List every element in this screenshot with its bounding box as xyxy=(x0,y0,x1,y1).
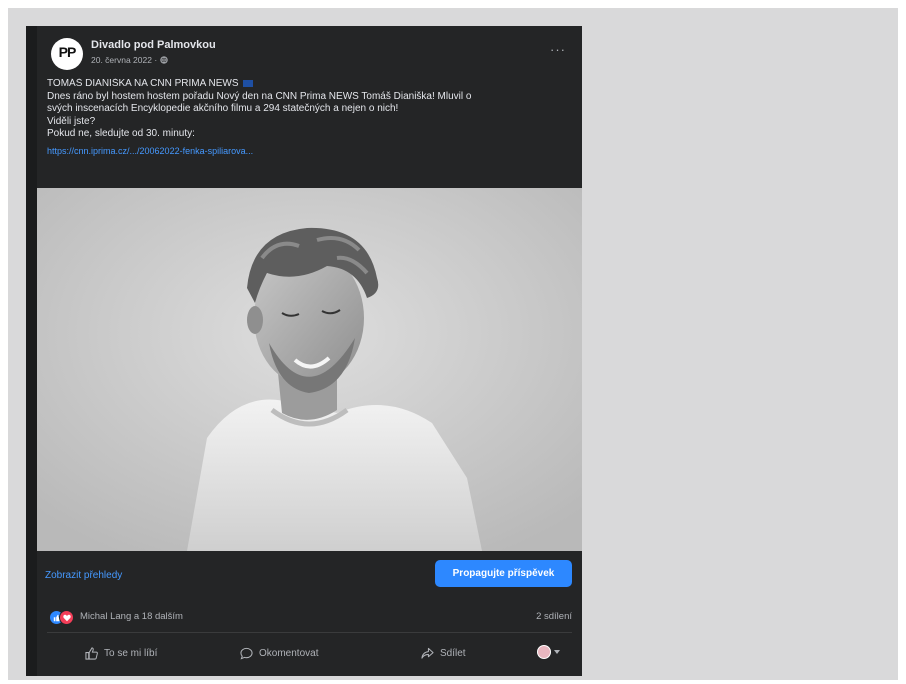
post-header: PP Divadlo pod Palmovkou 20. června 2022… xyxy=(51,38,572,72)
comment-icon xyxy=(240,647,253,659)
portrait-illustration xyxy=(37,188,582,551)
promote-post-button[interactable]: Propagujte příspěvek xyxy=(435,560,572,587)
post-photo[interactable] xyxy=(37,188,582,551)
post-text-line: svých inscenacích Encyklopedie akčního f… xyxy=(47,103,399,114)
actions-divider xyxy=(47,632,572,633)
reaction-names[interactable]: Michal Lang a 18 dalším xyxy=(80,611,183,622)
facebook-post: PP Divadlo pod Palmovkou 20. června 2022… xyxy=(26,26,582,676)
reaction-icons xyxy=(49,610,75,625)
post-headline: TOMÁŠ DIANIŠKA NA CNN PRIMA NEWS xyxy=(47,78,239,89)
love-icon xyxy=(59,610,74,625)
post-text: TOMÁŠ DIANIŠKA NA CNN PRIMA NEWS Dnes rá… xyxy=(47,78,577,157)
chevron-down-icon xyxy=(554,650,560,654)
comment-label: Okomentovat xyxy=(259,647,319,659)
audience-avatar-icon xyxy=(537,645,551,659)
post-text-line: Pokud ne, sledujte od 30. minuty: xyxy=(47,128,195,139)
share-button[interactable]: Sdílet xyxy=(421,636,466,670)
promo-bar: Zobrazit přehledy Propagujte příspěvek xyxy=(37,554,582,596)
comment-button[interactable]: Okomentovat xyxy=(240,636,318,670)
page-name-link[interactable]: Divadlo pod Palmovkou xyxy=(91,39,216,51)
page-avatar[interactable]: PP xyxy=(51,38,83,70)
article-link[interactable]: https://cnn.iprima.cz/.../20062022-fenka… xyxy=(47,145,577,158)
share-label: Sdílet xyxy=(440,647,466,659)
post-text-line: Dnes ráno byl hostem hostem pořadu Nový … xyxy=(47,90,472,102)
post-date[interactable]: 20. června 2022 · xyxy=(91,55,157,65)
like-label: To se mi líbí xyxy=(104,647,158,659)
post-as-selector[interactable] xyxy=(537,645,560,659)
post-meta: 20. června 2022 · xyxy=(91,55,168,65)
share-icon xyxy=(421,647,434,659)
post-actions: To se mi líbí Okomentovat Sdílet xyxy=(37,636,582,670)
avatar-initials: PP xyxy=(58,44,77,60)
like-button[interactable]: To se mi líbí xyxy=(85,636,157,670)
thumbs-up-icon xyxy=(85,646,98,660)
share-count[interactable]: 2 sdílení xyxy=(536,611,572,622)
post-text-line: TOMÁŠ DIANIŠKA NA CNN PRIMA NEWS xyxy=(47,78,577,91)
globe-icon xyxy=(160,56,168,64)
more-options-button[interactable]: ··· xyxy=(550,42,566,57)
view-insights-link[interactable]: Zobrazit přehledy xyxy=(45,570,122,581)
post-text-line: Viděli jste? xyxy=(47,115,96,127)
reactions-summary[interactable]: Michal Lang a 18 dalším 2 sdílení xyxy=(37,608,582,628)
flag-icon xyxy=(242,79,253,87)
